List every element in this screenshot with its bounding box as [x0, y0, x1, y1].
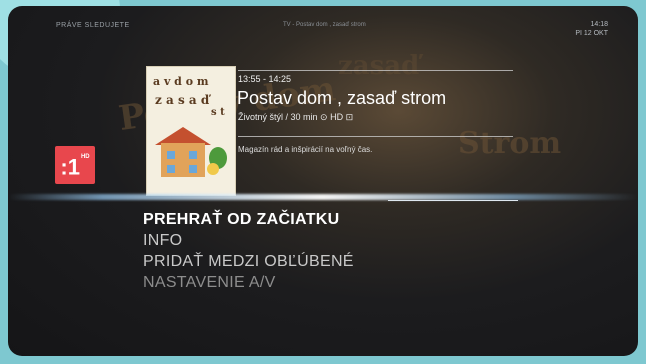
- divider: [238, 70, 513, 71]
- menu-item-add-favorite[interactable]: PRIDAŤ MEDZI OBĽÚBENÉ: [143, 251, 354, 272]
- window-icon: [189, 165, 197, 173]
- window-icon: [167, 165, 175, 173]
- breadcrumb: TV - Postav dom , zasaď strom: [283, 22, 366, 28]
- selection-glow: [8, 194, 638, 200]
- poster-text: s t: [211, 107, 225, 118]
- poster-text: z a s a ď: [155, 93, 210, 107]
- channel-logo-text: :1: [60, 154, 80, 180]
- divider: [238, 136, 513, 137]
- program-description: Magazín rád a inšpirácií na voľný čas.: [238, 145, 373, 154]
- now-watching-label: PRÁVE SLEDUJETE: [56, 22, 130, 29]
- clock-time: 14:18: [590, 21, 608, 28]
- program-meta: Životný štýl / 30 min ⊙ HD ⊡: [238, 112, 354, 122]
- menu-item-av-settings[interactable]: NASTAVENIE A/V: [143, 272, 354, 293]
- background-title-word: zasaď: [338, 51, 420, 81]
- hd-badge: HD: [80, 154, 90, 160]
- program-time: 13:55 - 14:25: [238, 74, 292, 84]
- action-menu: PREHRAŤ OD ZAČIATKU INFO PRIDAŤ MEDZI OB…: [143, 209, 354, 293]
- clock-date: PI 12 OKT: [575, 30, 608, 37]
- program-poster: a v d o m z a s a ď s t: [146, 66, 236, 196]
- window-icon: [189, 151, 197, 159]
- poster-text: a v d o m: [153, 75, 209, 88]
- flower-icon: [207, 163, 219, 175]
- menu-item-play-from-start[interactable]: PREHRAŤ OD ZAČIATKU: [143, 209, 354, 230]
- background-title-word: Strom: [458, 126, 562, 161]
- tv-screen: zasaď Postav dom Strom PRÁVE SLEDUJETE T…: [8, 6, 638, 356]
- house-icon: [161, 143, 205, 177]
- top-bar: PRÁVE SLEDUJETE TV - Postav dom , zasaď …: [8, 6, 638, 46]
- clock: 14:18 PI 12 OKT: [575, 20, 608, 38]
- channel-logo: :1HD: [55, 146, 95, 184]
- menu-item-info[interactable]: INFO: [143, 230, 354, 251]
- device-frame: zasaď Postav dom Strom PRÁVE SLEDUJETE T…: [0, 0, 646, 364]
- program-title: Postav dom , zasaď strom: [237, 88, 447, 108]
- window-icon: [167, 151, 175, 159]
- progress-line: [388, 200, 518, 201]
